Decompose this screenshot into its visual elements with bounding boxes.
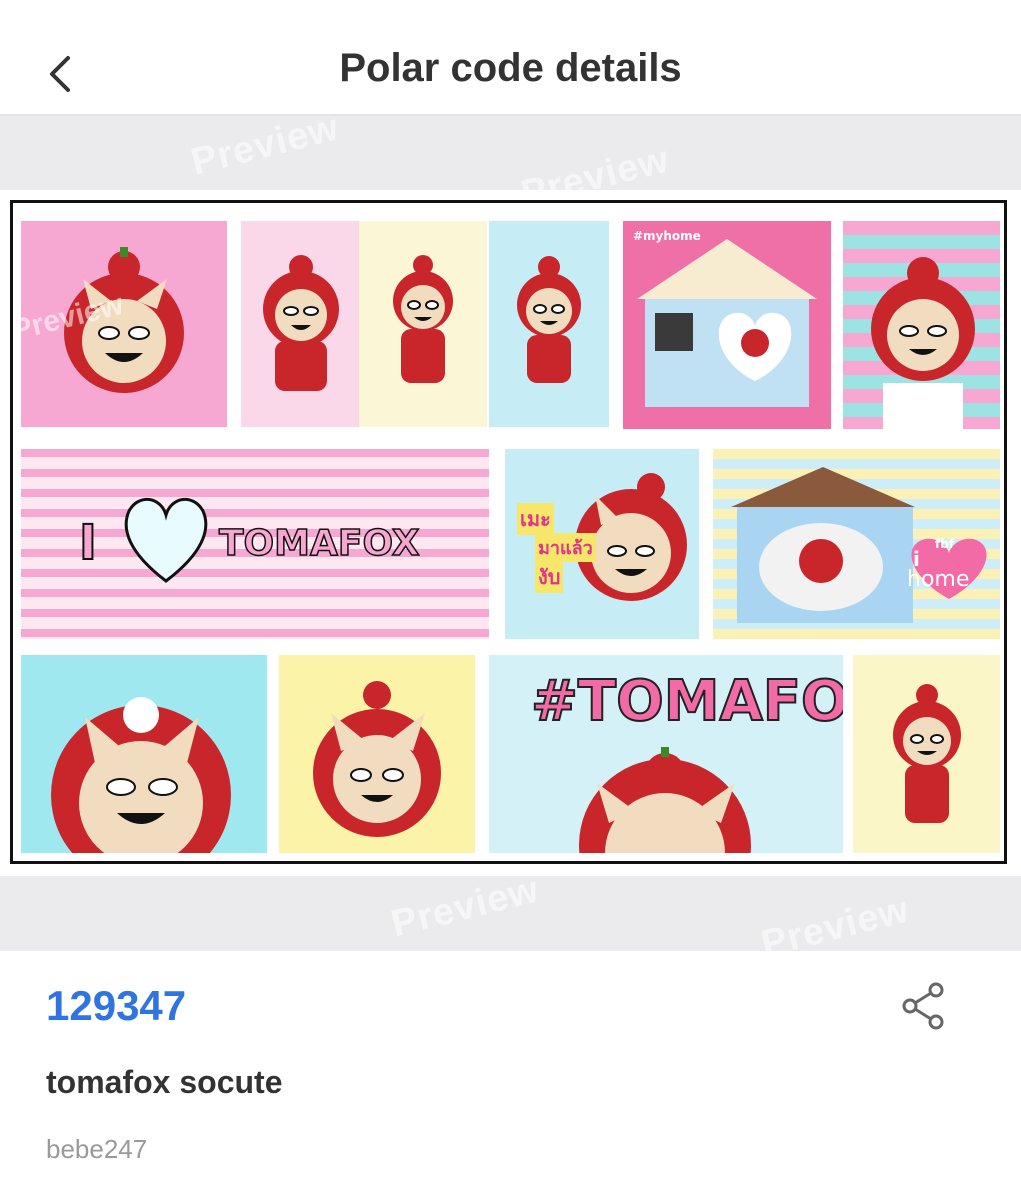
author-name[interactable]: bebe247 <box>46 1134 147 1165</box>
code-details: 129347 tomafox socute bebe247 <box>0 952 1021 1200</box>
share-icon <box>902 982 944 1030</box>
collage-tile <box>279 655 475 853</box>
house-frame-image <box>731 467 987 623</box>
collage-tile: Preview <box>21 221 227 427</box>
i-love-text: I <box>78 514 98 572</box>
code-description: tomafox socute <box>46 1064 283 1100</box>
collage-tile <box>21 655 267 853</box>
collage-tile: #myhome <box>623 221 831 429</box>
polar-code-image: Preview #myhome I TOMAFOX เมะ มาแล้ว งับ… <box>0 190 1021 876</box>
tomafox-mascot-image <box>313 681 441 837</box>
tomafox-mascot-image <box>871 257 975 429</box>
tomafox-mascot-image <box>393 255 453 383</box>
share-button[interactable] <box>898 980 950 1032</box>
house-frame-image <box>637 239 817 407</box>
thai-caption: มาแล้ว <box>535 533 596 562</box>
collage-tile <box>241 221 359 427</box>
preview-watermark: Preview <box>757 888 914 951</box>
tomafox-mascot-image <box>893 684 961 823</box>
collage-tile <box>359 221 487 427</box>
collage-tile: I TOMAFOX <box>21 449 489 639</box>
tomafox-text: TOMAFOX <box>218 522 420 565</box>
collage-tile: เมะ มาแล้ว งับ <box>505 449 699 639</box>
top-bar: Polar code details <box>0 0 1021 116</box>
tomafox-mascot-image <box>579 747 751 853</box>
preview-watermark: Preview <box>187 116 344 184</box>
page-title: Polar code details <box>339 46 682 90</box>
collage-tile <box>489 221 609 427</box>
preview-watermark: Preview <box>387 868 544 946</box>
thai-caption: งับ <box>535 561 564 593</box>
home-label: home <box>907 567 970 592</box>
tomafox-mascot-image <box>263 255 339 391</box>
tomafox-mascot-image <box>51 697 231 853</box>
polar-code[interactable]: 129347 <box>46 982 186 1030</box>
myhome-label: #myhome <box>633 229 701 243</box>
thai-caption: เมะ <box>517 503 554 535</box>
preview-area[interactable]: Preview Preview Preview Preview Preview <box>0 116 1021 951</box>
tomafox-mascot-image <box>517 256 581 383</box>
collage-tile: i fbf home <box>713 449 1000 639</box>
collage-border: Preview #myhome I TOMAFOX เมะ มาแล้ว งับ… <box>10 200 1007 864</box>
heart-icon <box>124 498 208 583</box>
collage-tile <box>843 221 1000 429</box>
fbf-label: fbf <box>935 537 955 551</box>
collage-tile: #TOMAFOX <box>489 655 843 853</box>
collage-tile <box>853 655 1000 853</box>
